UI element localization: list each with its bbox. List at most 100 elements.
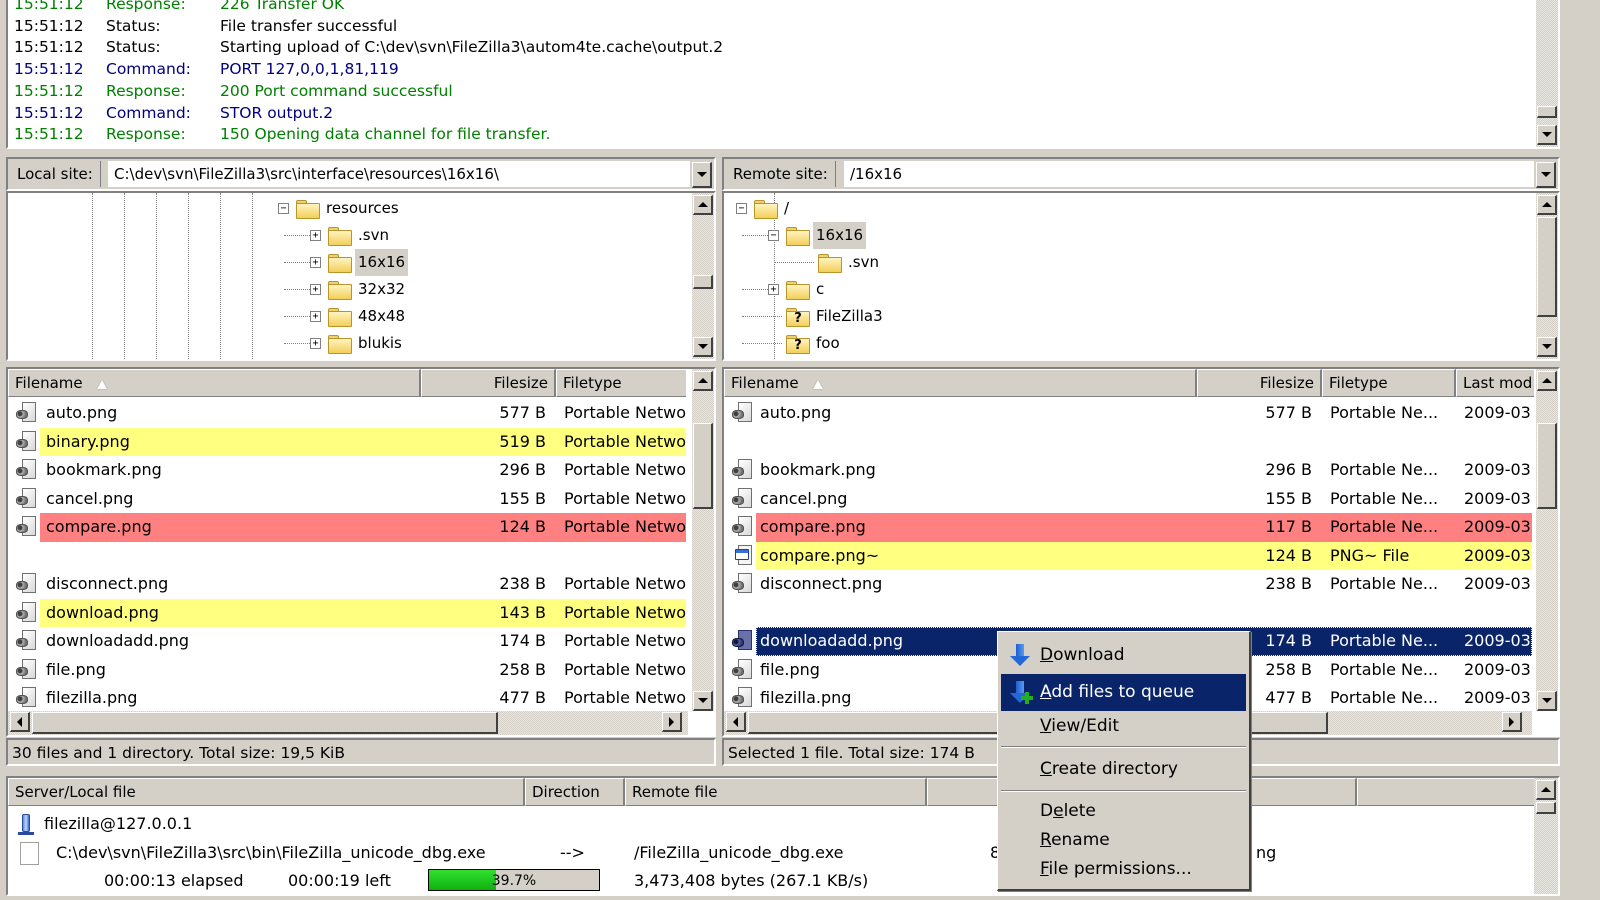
file-row[interactable]: cancel.png 155 B Portable Netwo bbox=[8, 485, 686, 514]
tree-node[interactable]: + .svn bbox=[8, 222, 714, 249]
menu-item-add-files-to-queue[interactable]: Add files to queue bbox=[1001, 674, 1246, 711]
remote-files-vscrollbar[interactable] bbox=[1536, 369, 1558, 711]
local-files-hscrollbar[interactable] bbox=[8, 711, 688, 735]
folder-icon bbox=[328, 308, 352, 327]
tree-node[interactable]: FileZilla3 bbox=[724, 303, 1558, 330]
collapse-icon[interactable]: − bbox=[278, 203, 289, 214]
tree-node[interactable]: − 16x16 bbox=[724, 222, 1558, 249]
queue-column-direction[interactable]: Direction bbox=[525, 778, 625, 806]
remote-files-scroll-up-button[interactable] bbox=[1537, 371, 1557, 391]
remote-files-vscroll-thumb[interactable] bbox=[1537, 423, 1557, 509]
file-row[interactable]: binary.png 519 B Portable Netwo bbox=[8, 427, 686, 456]
queue-file-row[interactable]: C:\dev\svn\FileZilla3\src\bin\FileZilla_… bbox=[18, 839, 1518, 867]
local-tree-scroll-thumb[interactable] bbox=[693, 275, 713, 289]
queue-column-local[interactable]: Server/Local file bbox=[8, 778, 525, 806]
local-files-vscrollbar[interactable] bbox=[692, 369, 714, 711]
remote-tree-scroll-down-button[interactable] bbox=[1537, 337, 1557, 357]
expand-icon[interactable]: + bbox=[310, 338, 321, 349]
arrow-up-icon bbox=[697, 378, 708, 383]
file-row[interactable]: bookmark.png 296 B Portable Ne... 2009-03 bbox=[724, 456, 1532, 485]
menu-item-download[interactable]: Download bbox=[1001, 637, 1246, 674]
tree-node[interactable]: +16x16 bbox=[8, 249, 714, 276]
remote-site-dropdown-button[interactable] bbox=[1536, 162, 1556, 188]
queue-column-remote[interactable]: Remote file bbox=[625, 778, 927, 806]
file-row-empty[interactable] bbox=[724, 599, 1532, 628]
remote-site-path-input[interactable]: /16x16 bbox=[844, 161, 1534, 187]
tree-node[interactable]: + blukis bbox=[8, 330, 714, 357]
remote-files-scroll-left-button[interactable] bbox=[726, 712, 746, 732]
local-files-scroll-down-button[interactable] bbox=[693, 691, 713, 711]
file-row[interactable]: auto.png 577 B Portable Netwo bbox=[8, 399, 686, 428]
expand-icon[interactable]: + bbox=[310, 230, 321, 241]
local-column-filesize[interactable]: Filesize bbox=[421, 369, 556, 397]
file-row-empty[interactable] bbox=[724, 428, 1532, 457]
expand-icon[interactable]: + bbox=[310, 257, 321, 268]
log-scroll-thumb[interactable] bbox=[1537, 106, 1557, 118]
remote-column-lastmod[interactable]: Last mod bbox=[1456, 369, 1534, 397]
tree-node[interactable]: +32x32 bbox=[8, 276, 714, 303]
tree-node[interactable]: − / bbox=[724, 195, 1558, 222]
file-row[interactable]: file.png 258 B Portable Netwo bbox=[8, 656, 686, 685]
menu-item-delete[interactable]: Delete bbox=[1001, 797, 1246, 826]
queue-column-priority[interactable] bbox=[1357, 778, 1538, 806]
menu-item-label: Download bbox=[1040, 645, 1125, 665]
tree-node[interactable]: + c bbox=[724, 276, 1558, 303]
local-files-vscroll-thumb[interactable] bbox=[693, 423, 713, 509]
tree-node[interactable]: − resources bbox=[8, 195, 714, 222]
local-tree-scroll-down-button[interactable] bbox=[693, 337, 713, 357]
local-site-path-input[interactable]: C:\dev\svn\FileZilla3\src\interface\reso… bbox=[108, 161, 690, 187]
local-tree-scrollbar[interactable] bbox=[692, 193, 714, 359]
file-row[interactable]: downloadadd.png 174 B Portable Netwo bbox=[8, 627, 686, 656]
menu-item-create-directory[interactable]: Create directory bbox=[1001, 753, 1246, 785]
file-row[interactable]: compare.png 117 B Portable Ne... 2009-03 bbox=[724, 513, 1532, 542]
remote-tree-scroll-thumb[interactable] bbox=[1537, 217, 1557, 317]
menu-item-view-edit[interactable]: View/Edit bbox=[1001, 711, 1246, 741]
file-icon-badge bbox=[16, 438, 28, 448]
folder-icon bbox=[786, 281, 810, 300]
queue-scrollbar[interactable] bbox=[1534, 778, 1558, 894]
file-row[interactable]: filezilla.png 477 B Portable Netwo bbox=[8, 684, 686, 713]
remote-column-filesize[interactable]: Filesize bbox=[1197, 369, 1322, 397]
log-scroll-down-button[interactable] bbox=[1537, 125, 1557, 145]
local-files-scroll-left-button[interactable] bbox=[10, 712, 30, 732]
menu-item-rename[interactable]: Rename bbox=[1001, 826, 1246, 855]
remote-files-scroll-down-button[interactable] bbox=[1537, 691, 1557, 711]
queue-scroll-thumb[interactable] bbox=[1536, 802, 1556, 814]
collapse-icon[interactable]: − bbox=[768, 230, 779, 241]
remote-column-filetype[interactable]: Filetype bbox=[1322, 369, 1456, 397]
tree-node[interactable]: +48x48 bbox=[8, 303, 714, 330]
log-scrollbar[interactable] bbox=[1536, 0, 1558, 147]
remote-column-filename[interactable]: Filename bbox=[724, 369, 1197, 397]
collapse-icon[interactable]: − bbox=[736, 203, 747, 214]
sort-ascending-icon bbox=[812, 380, 823, 389]
expand-icon[interactable]: + bbox=[768, 284, 779, 295]
file-row[interactable]: download.png 143 B Portable Netwo bbox=[8, 598, 686, 627]
file-row[interactable]: compare.png 124 B Portable Netwo bbox=[8, 513, 686, 542]
expand-icon[interactable]: + bbox=[310, 284, 321, 295]
local-tree-scroll-up-button[interactable] bbox=[693, 195, 713, 215]
local-files-hscroll-thumb[interactable] bbox=[32, 712, 498, 734]
file-row[interactable]: disconnect.png 238 B Portable Ne... 2009-03 bbox=[724, 570, 1532, 599]
tree-node[interactable]: .svn bbox=[724, 249, 1558, 276]
file-row[interactable]: disconnect.png 238 B Portable Netwo bbox=[8, 570, 686, 599]
remote-tree-scrollbar[interactable] bbox=[1536, 193, 1558, 359]
file-row[interactable]: bookmark.png 296 B Portable Netwo bbox=[8, 456, 686, 485]
local-column-filetype[interactable]: Filetype bbox=[556, 369, 686, 397]
queue-scroll-up-button[interactable] bbox=[1536, 780, 1556, 800]
file-row[interactable]: cancel.png 155 B Portable Ne... 2009-03 bbox=[724, 485, 1532, 514]
file-row-empty[interactable] bbox=[8, 542, 686, 571]
file-name: filezilla.png bbox=[46, 688, 138, 707]
local-site-dropdown-button[interactable] bbox=[692, 162, 712, 188]
local-files-scroll-right-button[interactable] bbox=[662, 712, 682, 732]
local-files-scroll-up-button[interactable] bbox=[693, 371, 713, 391]
local-site-label: Local site: bbox=[10, 161, 101, 187]
menu-item-file-permissions[interactable]: File permissions... bbox=[1001, 855, 1246, 884]
local-column-filename[interactable]: Filename bbox=[8, 369, 421, 397]
remote-tree-scroll-up-button[interactable] bbox=[1537, 195, 1557, 215]
tree-node[interactable]: foo bbox=[724, 330, 1558, 357]
image-file-icon bbox=[16, 430, 38, 453]
file-row[interactable]: auto.png 577 B Portable Ne... 2009-03 bbox=[724, 399, 1532, 428]
file-row[interactable]: compare.png~ 124 B PNG~ File 2009-03 bbox=[724, 541, 1532, 570]
remote-files-scroll-right-button[interactable] bbox=[1502, 712, 1522, 732]
expand-icon[interactable]: + bbox=[310, 311, 321, 322]
